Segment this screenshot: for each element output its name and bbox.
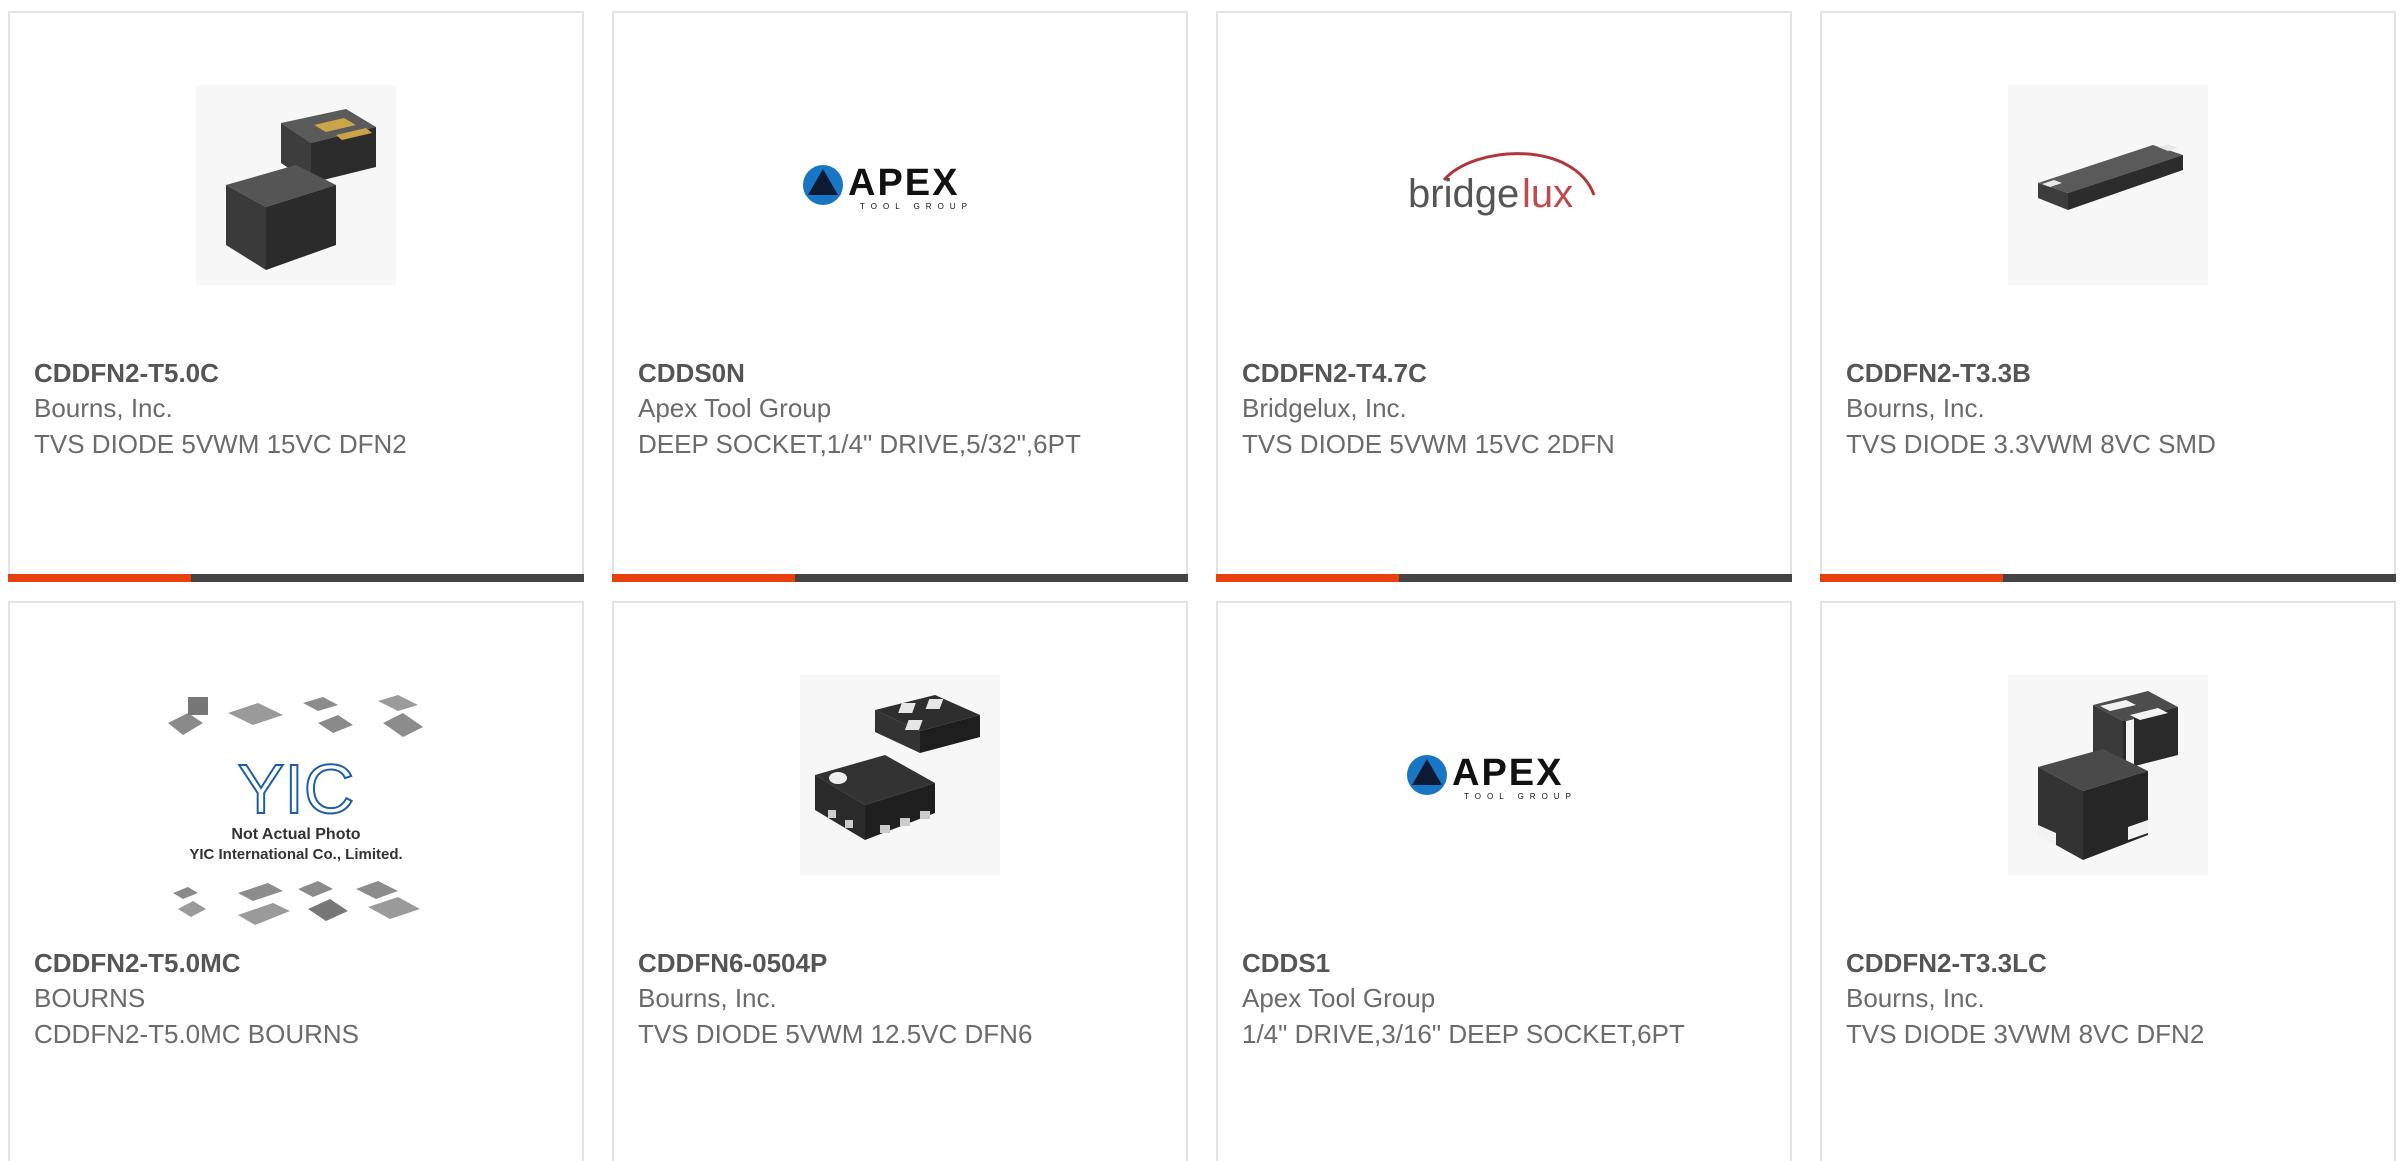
svg-text:bridge: bridge	[1408, 172, 1519, 216]
product-info: CDDFN6-0504P Bourns, Inc. TVS DIODE 5VWM…	[638, 946, 1166, 1052]
part-number[interactable]: CDDFN2-T3.3LC	[1846, 946, 2374, 980]
svg-text:APEX: APEX	[1452, 752, 1563, 794]
description: TVS DIODE 5VWM 15VC DFN2	[34, 429, 407, 459]
svg-text:Not Actual Photo: Not Actual Photo	[231, 826, 360, 843]
product-info: CDDS1 Apex Tool Group 1/4" DRIVE,3/16" D…	[1242, 946, 1770, 1052]
description: CDDFN2-T5.0MC BOURNS	[34, 1019, 360, 1049]
svg-text:TOOL GROUP: TOOL GROUP	[1464, 792, 1577, 801]
product-card[interactable]: bridge lux CDDFN2-T4.7C Bridgelux, Inc. …	[1216, 11, 1792, 582]
card-accent-bar	[612, 574, 1188, 582]
product-info: CDDS0N Apex Tool Group DEEP SOCKET,1/4" …	[638, 356, 1166, 462]
product-image[interactable]	[196, 85, 396, 285]
description: TVS DIODE 5VWM 15VC 2DFN	[1242, 429, 1615, 459]
product-card[interactable]: CDDFN2-T5.0C Bourns, Inc. TVS DIODE 5VWM…	[8, 11, 584, 582]
manufacturer: Apex Tool Group	[1242, 983, 1436, 1013]
dfn6-package-icon	[800, 675, 1000, 875]
product-image[interactable]: bridge lux	[1404, 85, 1604, 285]
product-info: CDDFN2-T3.3B Bourns, Inc. TVS DIODE 3.3V…	[1846, 356, 2374, 462]
description: TVS DIODE 3VWM 8VC DFN2	[1846, 1019, 2205, 1049]
product-info: CDDFN2-T5.0MC BOURNS CDDFN2-T5.0MC BOURN…	[34, 946, 562, 1052]
product-info: CDDFN2-T3.3LC Bourns, Inc. TVS DIODE 3VW…	[1846, 946, 2374, 1052]
product-image[interactable]: YIC Not Actual Photo YIC International C…	[158, 693, 434, 933]
product-card[interactable]: CDDFN2-T3.3B Bourns, Inc. TVS DIODE 3.3V…	[1820, 11, 2396, 582]
product-image[interactable]: APEX TOOL GROUP	[800, 85, 1000, 285]
manufacturer: Bourns, Inc.	[638, 983, 777, 1013]
manufacturer: Bourns, Inc.	[1846, 983, 1985, 1013]
manufacturer: Bourns, Inc.	[1846, 393, 1985, 423]
part-number[interactable]: CDDFN2-T5.0MC	[34, 946, 562, 980]
product-card[interactable]: CDDFN2-T3.3LC Bourns, Inc. TVS DIODE 3VW…	[1820, 601, 2396, 1161]
apex-logo: APEX TOOL GROUP	[803, 162, 973, 211]
part-number[interactable]: CDDFN2-T3.3B	[1846, 356, 2374, 390]
product-info: CDDFN2-T4.7C Bridgelux, Inc. TVS DIODE 5…	[1242, 356, 1770, 462]
product-image[interactable]: APEX TOOL GROUP	[1404, 675, 1604, 875]
dfn2-package-icon	[2008, 675, 2208, 875]
bridgelux-logo: bridge lux	[1408, 152, 1596, 216]
product-grid: CDDFN2-T5.0C Bourns, Inc. TVS DIODE 5VWM…	[0, 0, 2400, 1161]
product-image[interactable]	[2008, 675, 2208, 875]
product-card[interactable]: APEX TOOL GROUP CDDS0N Apex Tool Group D…	[612, 11, 1188, 582]
manufacturer: BOURNS	[34, 983, 146, 1013]
product-card[interactable]: APEX TOOL GROUP CDDS1 Apex Tool Group 1/…	[1216, 601, 1792, 1161]
smd-package-icon	[2008, 85, 2208, 285]
description: 1/4" DRIVE,3/16" DEEP SOCKET,6PT	[1242, 1019, 1685, 1049]
description: TVS DIODE 5VWM 12.5VC DFN6	[638, 1019, 1033, 1049]
card-accent-bar	[1216, 574, 1792, 582]
product-card[interactable]: CDDFN6-0504P Bourns, Inc. TVS DIODE 5VWM…	[612, 601, 1188, 1161]
card-accent-bar	[1820, 574, 2396, 582]
part-number[interactable]: CDDFN6-0504P	[638, 946, 1166, 980]
manufacturer: Bridgelux, Inc.	[1242, 393, 1407, 423]
svg-text:lux: lux	[1522, 172, 1573, 216]
product-image[interactable]	[800, 675, 1000, 875]
svg-text:APEX: APEX	[848, 162, 959, 204]
svg-text:YIC: YIC	[238, 750, 355, 828]
manufacturer: Bourns, Inc.	[34, 393, 173, 423]
product-info: CDDFN2-T5.0C Bourns, Inc. TVS DIODE 5VWM…	[34, 356, 562, 462]
not-actual-photo-icon: YIC Not Actual Photo YIC International C…	[168, 695, 423, 925]
part-number[interactable]: CDDS0N	[638, 356, 1166, 390]
part-number[interactable]: CDDFN2-T4.7C	[1242, 356, 1770, 390]
dfn2-package-icon	[196, 85, 396, 285]
svg-text:YIC International Co., Limited: YIC International Co., Limited.	[189, 846, 402, 863]
product-card[interactable]: YIC Not Actual Photo YIC International C…	[8, 601, 584, 1161]
svg-text:TOOL GROUP: TOOL GROUP	[860, 202, 973, 211]
description: DEEP SOCKET,1/4" DRIVE,5/32",6PT	[638, 429, 1081, 459]
card-accent-bar	[8, 574, 584, 582]
product-image[interactable]	[2008, 85, 2208, 285]
part-number[interactable]: CDDS1	[1242, 946, 1770, 980]
manufacturer: Apex Tool Group	[638, 393, 832, 423]
apex-logo: APEX TOOL GROUP	[1407, 752, 1577, 801]
part-number[interactable]: CDDFN2-T5.0C	[34, 356, 562, 390]
description: TVS DIODE 3.3VWM 8VC SMD	[1846, 429, 2216, 459]
